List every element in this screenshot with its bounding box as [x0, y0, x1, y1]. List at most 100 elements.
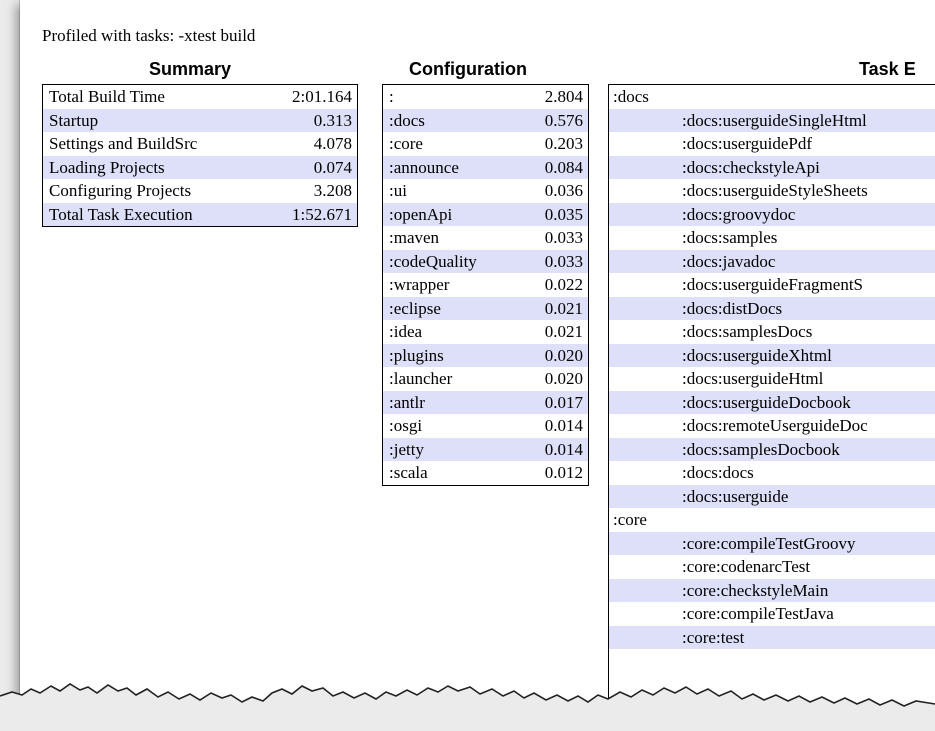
summary-row: Configuring Projects 3.208 — [43, 179, 357, 203]
task-row-label: :docs:samplesDocbook — [682, 439, 840, 459]
configuration-row-label: :ui — [389, 181, 407, 200]
configuration-row-value: 0.035 — [544, 204, 583, 224]
page-title: Profiled with tasks: -xtest build — [42, 26, 256, 45]
configuration-row-label: :eclipse — [389, 298, 441, 318]
task-row: :docs:userguidePdf — [609, 132, 935, 156]
configuration-row-value: 0.203 — [544, 134, 583, 153]
task-row: :docs:javadoc — [609, 249, 935, 273]
task-row-label: :core:checkstyleMain — [682, 580, 829, 600]
task-row: :docs:remoteUserguideDoc — [609, 414, 935, 438]
task-row: :docs:groovydoc — [609, 202, 935, 226]
configuration-row: :ui 0.036 — [383, 179, 588, 203]
summary-row-value: 3.208 — [313, 181, 352, 200]
configuration-row: :osgi 0.014 — [383, 414, 588, 438]
configuration-row: :core 0.203 — [383, 132, 588, 156]
summary-row-value: 1:52.671 — [292, 204, 352, 224]
task-row-label: :docs:docs — [682, 463, 754, 482]
report-page: Profiled with tasks: -xtest build Summar… — [20, 0, 935, 705]
task-row-label: :core:codenarcTest — [682, 557, 811, 576]
task-row-label: :docs:distDocs — [682, 298, 783, 318]
task-row-label: :docs:samples — [682, 228, 778, 247]
configuration-row-label: :idea — [389, 322, 423, 341]
task-row: :docs:userguideFragmentS — [609, 273, 935, 297]
configuration-row-value: 0.017 — [544, 392, 583, 412]
task-row: :docs — [609, 85, 935, 109]
task-row: :docs:userguideHtml — [609, 367, 935, 391]
summary-row-value: 2:01.164 — [292, 87, 352, 106]
configuration-row-value: 0.021 — [544, 322, 583, 341]
task-row-label: :docs:userguideStyleSheets — [682, 181, 868, 200]
task-row: :core:test — [609, 625, 935, 649]
task-row: :docs:samplesDocbook — [609, 437, 935, 461]
task-row: :docs:checkstyleApi — [609, 155, 935, 179]
task-row: :docs:userguideStyleSheets — [609, 179, 935, 203]
summary-row-value: 0.313 — [313, 110, 352, 130]
task-row: :docs:samples — [609, 226, 935, 250]
task-row-label: :docs:userguideDocbook — [682, 392, 851, 412]
configuration-row: :plugins 0.020 — [383, 343, 588, 367]
summary-row: Startup 0.313 — [43, 108, 357, 132]
configuration-table: : 2.804:docs 0.576:core 0.203:announce 0.084… — [382, 84, 589, 486]
task-row-label: :core:compileTestGroovy — [682, 533, 856, 553]
configuration-row-value: 0.021 — [544, 298, 583, 318]
task-row-label: :docs:userguideXhtml — [682, 345, 832, 365]
summary-row-label: Configuring Projects — [49, 181, 192, 200]
configuration-row-value: 2.804 — [544, 87, 583, 106]
task-row-label: :docs:samplesDocs — [682, 322, 813, 341]
task-row-label: :docs:userguideHtml — [682, 369, 824, 388]
task-row: :docs:userguideXhtml — [609, 343, 935, 367]
configuration-row-value: 0.020 — [544, 369, 583, 388]
task-row-label: :core:compileTestJava — [682, 604, 834, 623]
configuration-row-value: 0.014 — [544, 416, 583, 435]
configuration-row-value: 0.022 — [544, 275, 583, 294]
task-row-label: :docs:userguideSingleHtml — [682, 110, 867, 130]
configuration-row-label: :announce — [389, 157, 459, 177]
configuration-row: :openApi 0.035 — [383, 202, 588, 226]
configuration-row-label: :plugins — [389, 345, 444, 365]
summary-row-label: Total Task Execution — [49, 204, 193, 224]
summary-heading: Summary — [149, 59, 232, 79]
task-row: :docs:samplesDocs — [609, 320, 935, 344]
configuration-row: :announce 0.084 — [383, 155, 588, 179]
configuration-row-label: :scala — [389, 463, 428, 482]
configuration-row: :wrapper 0.022 — [383, 273, 588, 297]
configuration-row-value: 0.033 — [544, 228, 583, 247]
task-execution-table: :docs :docs:userguideSingleHtml :docs:user… — [608, 84, 935, 705]
configuration-row-label: :core — [389, 134, 423, 153]
configuration-row: :scala 0.012 — [383, 461, 588, 485]
task-row: :core:codenarcTest — [609, 555, 935, 579]
task-row-label: :docs:groovydoc — [682, 204, 796, 224]
summary-row: Loading Projects 0.074 — [43, 155, 357, 179]
task-row: :core:compileTestJava — [609, 602, 935, 626]
task-row: :core:compileTestGroovy — [609, 531, 935, 555]
configuration-row-label: : — [389, 87, 394, 106]
configuration-row-label: :wrapper — [389, 275, 450, 294]
summary-row-value: 0.074 — [313, 157, 352, 177]
configuration-row-value: 0.012 — [544, 463, 583, 482]
summary-row: Settings and BuildSrc 4.078 — [43, 132, 357, 156]
task-row: :docs:docs — [609, 461, 935, 485]
configuration-row: :maven 0.033 — [383, 226, 588, 250]
configuration-row: :codeQuality 0.033 — [383, 249, 588, 273]
summary-table: Total Build Time 2:01.164 Startup 0.313 Sett… — [42, 84, 358, 227]
configuration-row-label: :osgi — [389, 416, 423, 435]
configuration-row-label: :docs — [389, 110, 425, 130]
configuration-row-value: 0.036 — [544, 181, 583, 200]
task-row-label: :docs:checkstyleApi — [682, 157, 820, 177]
configuration-row-value: 0.033 — [544, 251, 583, 271]
task-row-label: :core — [613, 510, 647, 529]
task-row: :core — [609, 508, 935, 532]
configuration-row-value: 0.014 — [544, 439, 583, 459]
configuration-row-label: :launcher — [389, 369, 453, 388]
task-row: :docs:distDocs — [609, 296, 935, 320]
configuration-row: :jetty 0.014 — [383, 437, 588, 461]
task-row: :docs:userguide — [609, 484, 935, 508]
configuration-heading: Configuration — [409, 59, 527, 79]
task-row-label: :docs — [613, 87, 649, 106]
task-row-label: :core:test — [682, 627, 745, 647]
task-row-label: :docs:userguidePdf — [682, 134, 813, 153]
task-row-label: :docs:javadoc — [682, 251, 776, 271]
task-row-label: :docs:userguide — [682, 486, 789, 506]
configuration-row-label: :openApi — [389, 204, 453, 224]
configuration-row-value: 0.084 — [544, 157, 583, 177]
